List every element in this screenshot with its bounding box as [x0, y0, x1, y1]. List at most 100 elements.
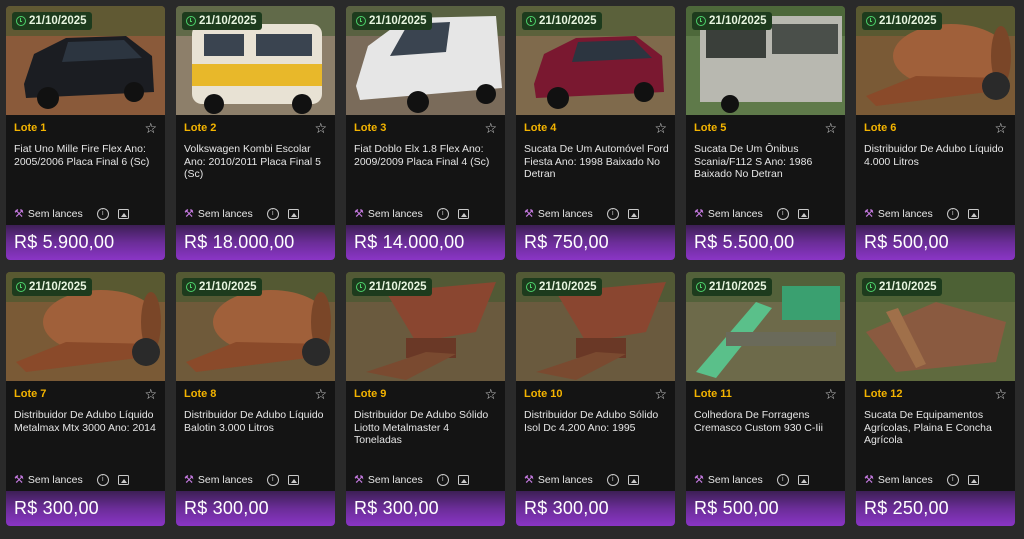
clock-icon	[356, 282, 366, 292]
lot-price: R$ 5.900,00	[14, 232, 115, 252]
image-icon[interactable]	[797, 208, 809, 219]
lot-title[interactable]: Distribuidor De Adubo Líquido 4.000 Litr…	[864, 143, 1009, 168]
bids-status: Sem lances	[197, 207, 253, 220]
info-icon[interactable]: i	[266, 473, 279, 486]
lot-title[interactable]: Distribuidor De Adubo Líquido Balotin 3.…	[184, 409, 329, 434]
star-icon[interactable]: ☆	[654, 387, 667, 401]
bids-row: ⚒ Sem lances i	[184, 207, 327, 220]
lot-card-12[interactable]: 21/10/2025 Lote 12 ☆ Sucata De Equipamen…	[856, 272, 1015, 526]
info-icon[interactable]: i	[776, 473, 789, 486]
lot-number: Lote 8	[184, 388, 217, 400]
info-icon[interactable]: i	[436, 207, 449, 220]
star-icon[interactable]: ☆	[994, 121, 1007, 135]
lot-number: Lote 12	[864, 388, 903, 400]
info-icon[interactable]: i	[606, 473, 619, 486]
info-icon[interactable]: i	[946, 473, 959, 486]
lot-thumbnail[interactable]: 21/10/2025	[516, 6, 675, 115]
image-icon[interactable]	[797, 474, 809, 485]
star-icon[interactable]: ☆	[484, 121, 497, 135]
image-icon[interactable]	[627, 474, 639, 485]
lot-thumbnail[interactable]: 21/10/2025	[176, 6, 335, 115]
lot-title[interactable]: Fiat Uno Mille Fire Flex Ano: 2005/2006 …	[14, 143, 159, 168]
image-icon[interactable]	[967, 208, 979, 219]
lot-card-4[interactable]: 21/10/2025 Lote 4 ☆ Sucata De Um Automóv…	[516, 6, 675, 260]
image-icon[interactable]	[117, 474, 129, 485]
lot-number: Lote 4	[524, 122, 557, 134]
gavel-icon: ⚒	[694, 208, 704, 220]
lot-thumbnail[interactable]: 21/10/2025	[516, 272, 675, 381]
info-icon[interactable]: i	[96, 207, 109, 220]
gavel-icon: ⚒	[14, 474, 24, 486]
lot-card-1[interactable]: 21/10/2025 Lote 1 ☆ Fiat Uno Mille Fire …	[6, 6, 165, 260]
lot-thumbnail[interactable]: 21/10/2025	[346, 6, 505, 115]
lot-title[interactable]: Sucata De Um Automóvel Ford Fiesta Ano: …	[524, 143, 669, 181]
price-bar: R$ 750,00	[516, 225, 675, 260]
lot-title[interactable]: Fiat Doblo Elx 1.8 Flex Ano: 2009/2009 P…	[354, 143, 499, 168]
star-icon[interactable]: ☆	[484, 387, 497, 401]
lot-thumbnail[interactable]: 21/10/2025	[176, 272, 335, 381]
lot-title[interactable]: Distribuidor De Adubo Sólido Isol Dc 4.2…	[524, 409, 669, 434]
bids-status: Sem lances	[27, 207, 83, 220]
star-icon[interactable]: ☆	[824, 121, 837, 135]
image-icon[interactable]	[457, 474, 469, 485]
price-bar: R$ 300,00	[346, 491, 505, 526]
star-icon[interactable]: ☆	[824, 387, 837, 401]
image-icon[interactable]	[117, 208, 129, 219]
date-badge: 21/10/2025	[692, 12, 772, 30]
lot-thumbnail[interactable]: 21/10/2025	[6, 6, 165, 115]
info-icon[interactable]: i	[266, 207, 279, 220]
star-icon[interactable]: ☆	[144, 121, 157, 135]
lot-price: R$ 300,00	[184, 498, 269, 518]
gavel-icon: ⚒	[694, 474, 704, 486]
lot-title[interactable]: Distribuidor De Adubo Sólido Liotto Meta…	[354, 409, 499, 447]
lot-title[interactable]: Sucata De Equipamentos Agrícolas, Plaina…	[864, 409, 1009, 447]
lot-thumbnail[interactable]: 21/10/2025	[856, 6, 1015, 115]
lot-thumbnail[interactable]: 21/10/2025	[6, 272, 165, 381]
date-badge: 21/10/2025	[522, 12, 602, 30]
lot-card-8[interactable]: 21/10/2025 Lote 8 ☆ Distribuidor De Adub…	[176, 272, 335, 526]
lot-price: R$ 300,00	[354, 498, 439, 518]
lot-thumbnail[interactable]: 21/10/2025	[686, 6, 845, 115]
date-badge: 21/10/2025	[12, 12, 92, 30]
lot-title[interactable]: Volkswagen Kombi Escolar Ano: 2010/2011 …	[184, 143, 329, 181]
lot-card-2[interactable]: 21/10/2025 Lote 2 ☆ Volkswagen Kombi Esc…	[176, 6, 335, 260]
price-bar: R$ 300,00	[516, 491, 675, 526]
lot-card-11[interactable]: 21/10/2025 Lote 11 ☆ Colhedora De Forrag…	[686, 272, 845, 526]
info-icon[interactable]: i	[96, 473, 109, 486]
info-icon[interactable]: i	[946, 207, 959, 220]
star-icon[interactable]: ☆	[994, 387, 1007, 401]
lot-number: Lote 2	[184, 122, 217, 134]
lot-thumbnail[interactable]: 21/10/2025	[686, 272, 845, 381]
date-badge: 21/10/2025	[182, 278, 262, 296]
lot-thumbnail[interactable]: 21/10/2025	[346, 272, 505, 381]
lot-title[interactable]: Distribuidor De Adubo Líquido Metalmax M…	[14, 409, 159, 434]
info-icon[interactable]: i	[776, 207, 789, 220]
image-icon[interactable]	[627, 208, 639, 219]
info-icon[interactable]: i	[436, 473, 449, 486]
lot-price: R$ 500,00	[694, 498, 779, 518]
image-icon[interactable]	[967, 474, 979, 485]
lot-date: 21/10/2025	[879, 15, 937, 27]
lot-card-6[interactable]: 21/10/2025 Lote 6 ☆ Distribuidor De Adub…	[856, 6, 1015, 260]
lot-card-9[interactable]: 21/10/2025 Lote 9 ☆ Distribuidor De Adub…	[346, 272, 505, 526]
star-icon[interactable]: ☆	[314, 121, 327, 135]
bids-row: ⚒ Sem lances i	[524, 473, 667, 486]
price-bar: R$ 250,00	[856, 491, 1015, 526]
lot-card-3[interactable]: 21/10/2025 Lote 3 ☆ Fiat Doblo Elx 1.8 F…	[346, 6, 505, 260]
lot-thumbnail[interactable]: 21/10/2025	[856, 272, 1015, 381]
star-icon[interactable]: ☆	[144, 387, 157, 401]
gavel-icon: ⚒	[864, 208, 874, 220]
lot-card-10[interactable]: 21/10/2025 Lote 10 ☆ Distribuidor De Adu…	[516, 272, 675, 526]
image-icon[interactable]	[287, 208, 299, 219]
date-badge: 21/10/2025	[862, 12, 942, 30]
lot-number: Lote 5	[694, 122, 727, 134]
lot-title[interactable]: Sucata De Um Ônibus Scania/F112 S Ano: 1…	[694, 143, 839, 181]
star-icon[interactable]: ☆	[314, 387, 327, 401]
image-icon[interactable]	[287, 474, 299, 485]
image-icon[interactable]	[457, 208, 469, 219]
lot-card-7[interactable]: 21/10/2025 Lote 7 ☆ Distribuidor De Adub…	[6, 272, 165, 526]
star-icon[interactable]: ☆	[654, 121, 667, 135]
lot-card-5[interactable]: 21/10/2025 Lote 5 ☆ Sucata De Um Ônibus …	[686, 6, 845, 260]
lot-title[interactable]: Colhedora De Forragens Cremasco Custom 9…	[694, 409, 839, 434]
info-icon[interactable]: i	[606, 207, 619, 220]
